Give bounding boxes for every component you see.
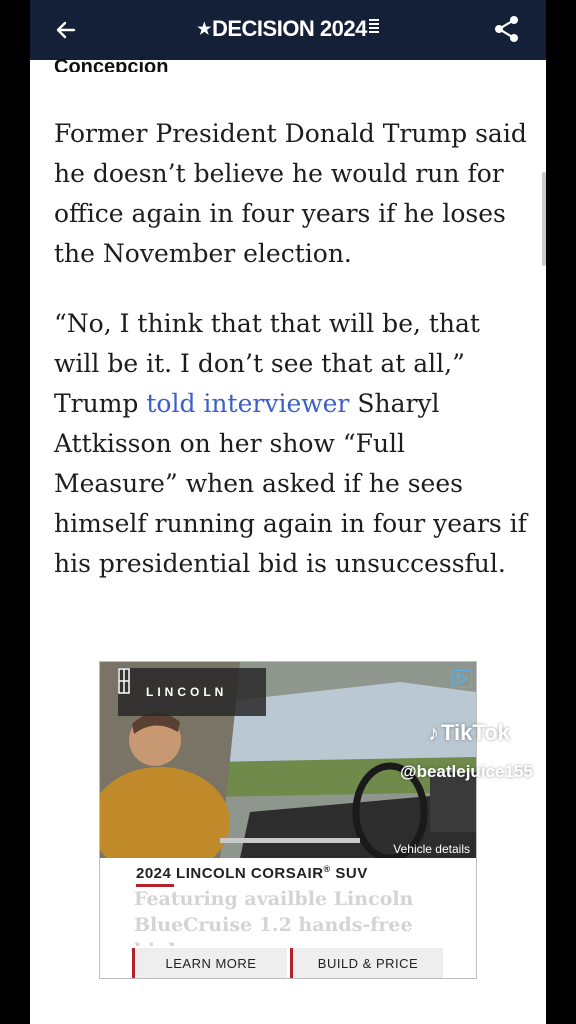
article-paragraph-2: “No, I think that that will be, that wil… [54,304,529,584]
learn-more-button[interactable]: LEARN MORE [132,948,287,978]
lincoln-advertisement[interactable]: LINCOLN Vehicle details 2024 LINCOLN COR… [99,661,477,979]
share-icon [495,16,518,42]
lincoln-brand-badge: LINCOLN [118,668,266,716]
tiktok-watermark: ♪TikTok [428,720,510,746]
vehicle-details-link[interactable]: Vehicle details [393,842,470,856]
ad-title-text: 2024 LINCOLN CORSAIR [136,865,324,882]
tiktok-note-icon: ♪ [428,720,439,745]
ad-description: Featuring availble Lincoln BlueCruise 1.… [134,888,414,946]
ad-choices-icon[interactable] [452,670,472,688]
tiktok-username: @beatlejuice155 [400,762,533,781]
share-button[interactable] [490,12,524,46]
told-interviewer-link[interactable]: told interviewer [146,389,349,418]
logo-text: DECISION 2024 [211,16,367,41]
article-paragraph-1: Former President Donald Trump said he do… [54,119,527,268]
tiktok-label: TikTok [441,720,510,745]
decision-2024-logo[interactable]: ★DECISION 2024 [30,14,546,42]
menu-lines-icon [368,14,379,40]
star-icon: ★ [197,21,211,38]
lincoln-brand-text: LINCOLN [146,685,228,699]
ad-title-suffix: SUV [330,865,368,882]
ad-image[interactable]: LINCOLN Vehicle details [100,662,476,858]
build-and-price-button[interactable]: BUILD & PRICE [290,948,443,978]
cut-off-byline: Concepcion [54,56,169,72]
registered-mark: ® [323,864,331,874]
ad-title[interactable]: 2024 LINCOLN CORSAIR® SUV [136,864,368,882]
phone-screen: ★DECISION 2024 Concepcion Former Preside… [30,0,546,1024]
scrollbar[interactable] [542,172,546,266]
article-body: Former President Donald Trump said he do… [54,114,529,614]
